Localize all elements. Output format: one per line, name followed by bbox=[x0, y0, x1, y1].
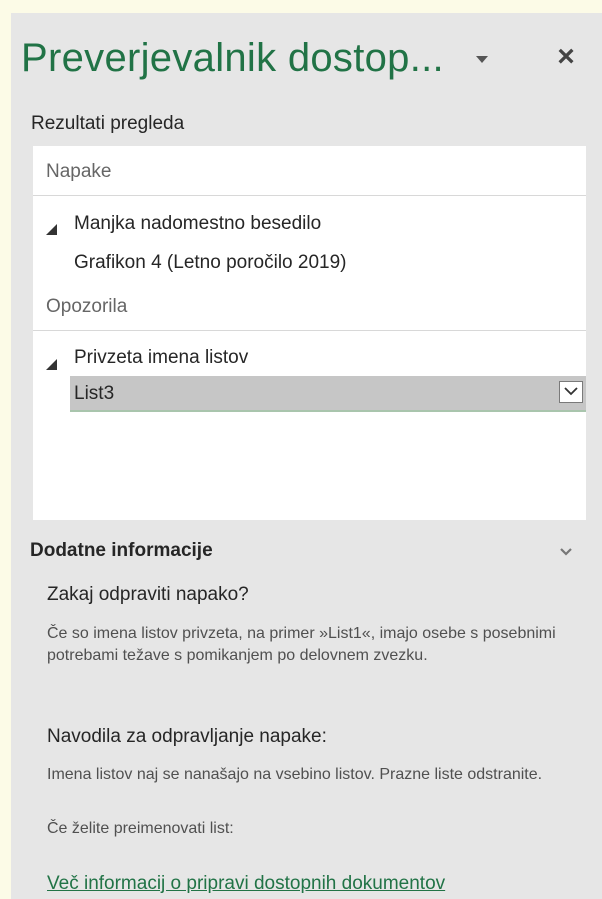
how-to-fix-text: Imena listov naj se nanašajo na vsebino … bbox=[47, 766, 543, 783]
chart-issue-item[interactable]: Grafikon 4 (Letno poročilo 2019) bbox=[74, 252, 347, 274]
results-list: Napake Opozorila bbox=[33, 146, 586, 520]
chevron-down-icon bbox=[564, 387, 578, 396]
inspection-results-label: Rezultati pregleda bbox=[31, 113, 185, 134]
default-sheet-names-category[interactable]: Privzeta imena listov bbox=[74, 347, 248, 369]
expanded-triangle-icon[interactable] bbox=[46, 224, 57, 235]
rename-sheet-text: Če želite preimenovati list: bbox=[47, 820, 234, 837]
pane-title: Preverjevalnik dostop... bbox=[21, 36, 444, 80]
why-fix-heading: Zakaj odpraviti napako? bbox=[47, 584, 249, 605]
additional-info-heading[interactable]: Dodatne informacije bbox=[30, 540, 213, 562]
close-button[interactable]: × bbox=[552, 40, 580, 74]
sheet-issue-item-label: List3 bbox=[74, 383, 115, 404]
why-fix-text: Če so imena listov privzeta, na primer »… bbox=[47, 625, 556, 664]
errors-group-heading: Napake bbox=[33, 146, 586, 196]
pane-options-dropdown-icon[interactable] bbox=[476, 56, 488, 63]
sheet-issue-item-selected[interactable]: List3 bbox=[70, 376, 586, 412]
chevron-down-icon[interactable] bbox=[560, 548, 572, 557]
expanded-triangle-icon[interactable] bbox=[46, 359, 57, 370]
how-to-fix-heading: Navodila za odpravljanje napake: bbox=[47, 726, 327, 747]
missing-alt-text-category[interactable]: Manjka nadomestno besedilo bbox=[74, 213, 321, 235]
learn-more-link[interactable]: Več informacij o pripravi dostopnih doku… bbox=[47, 873, 445, 895]
warnings-group-heading: Opozorila bbox=[33, 281, 586, 331]
item-actions-dropdown-button[interactable] bbox=[559, 381, 583, 403]
